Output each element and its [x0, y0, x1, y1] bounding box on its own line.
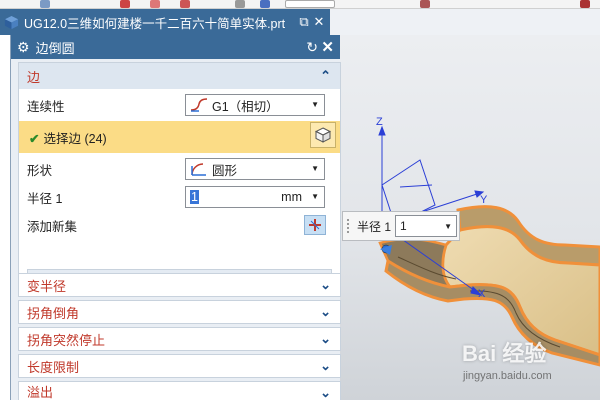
toolbar-icon[interactable] [420, 0, 430, 8]
x-axis-label: X [478, 288, 486, 300]
reset-icon[interactable]: ↻ [306, 39, 318, 56]
checkmark-icon: ✔ [29, 131, 40, 146]
select-edge-text: ✔ 选择边 (24) [29, 128, 107, 147]
toolbar-icon[interactable] [40, 0, 50, 8]
document-tab-bar: UG12.0三维如何建楼一千二百六十简单实体.prt ⧉ ✕ [0, 9, 600, 35]
circular-shape-icon [190, 162, 208, 176]
floating-radius-field[interactable]: 1 ▼ [395, 215, 458, 237]
shape-select[interactable]: 圆形 ▼ [185, 158, 325, 180]
continuity-row: 连续性 G1（相切） ▼ [19, 91, 340, 119]
radius-value: 1 [190, 190, 199, 204]
dialog-title: 边倒圆 [35, 40, 75, 56]
chevron-down-icon: ⌄ [320, 385, 331, 400]
floating-radius-input: 半径 1 1 ▼ [342, 211, 460, 241]
toolbar-icon[interactable] [580, 0, 590, 8]
floating-radius-label: 半径 1 [357, 219, 392, 234]
section-length-limit[interactable]: 长度限制 ⌄ [18, 354, 341, 378]
radius-input[interactable]: 1 mm ▼ [185, 186, 325, 208]
edge-section: 边 ⌃ 连续性 G1（相切） ▼ ✔ 选择边 (24) 形状 圆形 ▼ 半径 1… [18, 62, 341, 295]
dropdown-arrow-icon: ▼ [311, 100, 319, 109]
section-overflow[interactable]: 溢出 ⌄ [18, 381, 341, 400]
toolbar-icon[interactable] [260, 0, 270, 8]
continuity-label: 连续性 [27, 99, 65, 114]
drag-grip-icon[interactable] [347, 219, 353, 233]
section-title: 长度限制 [27, 359, 80, 375]
gear-icon[interactable]: ⚙ [17, 39, 30, 56]
section-title: 溢出 [27, 384, 54, 400]
toolbar-field[interactable] [285, 0, 335, 8]
toolbar-icon[interactable] [120, 0, 130, 8]
part-file-icon [4, 15, 19, 29]
select-edge-row[interactable]: ✔ 选择边 (24) [19, 121, 340, 153]
chevron-down-icon: ⌄ [320, 331, 331, 346]
z-axis-label: Z [376, 116, 383, 128]
edge-blend-dialog: ⚙ 边倒圆 ↻ ✕ 边 ⌃ 连续性 G1（相切） ▼ ✔ 选择边 (24) 形状… [10, 35, 341, 400]
toolbar-icon[interactable] [180, 0, 190, 8]
chevron-down-icon: ⌄ [320, 304, 331, 319]
chevron-down-icon: ⌄ [320, 277, 331, 292]
shape-label: 形状 [27, 163, 53, 178]
cube-icon [314, 127, 332, 143]
add-set-icon [309, 219, 321, 231]
add-new-set-label: 添加新集 [27, 219, 78, 234]
watermark-logo: Bai 经验 [462, 341, 547, 366]
document-title: UG12.0三维如何建楼一千二百六十简单实体.prt [24, 16, 286, 31]
continuity-icon [190, 98, 208, 112]
continuity-select[interactable]: G1（相切） ▼ [185, 94, 325, 116]
dialog-title-bar: ⚙ 边倒圆 ↻ ✕ [11, 35, 340, 59]
shape-row: 形状 圆形 ▼ [19, 155, 340, 183]
toolbar-icon[interactable] [235, 0, 245, 8]
dropdown-arrow-icon[interactable]: ▼ [311, 192, 319, 201]
close-icon[interactable]: ✕ [321, 38, 334, 56]
section-variable-radius[interactable]: 变半径 ⌄ [18, 273, 341, 297]
add-new-set-row: 添加新集 [19, 211, 340, 239]
chevron-up-icon[interactable]: ⌃ [320, 68, 331, 84]
section-stop-short-of-corner[interactable]: 拐角突然停止 ⌄ [18, 327, 341, 351]
section-header-edge[interactable]: 边 ⌃ [19, 63, 340, 89]
close-tab-icon[interactable]: ✕ [312, 14, 326, 30]
section-title: 边 [27, 69, 41, 85]
add-new-set-button[interactable] [304, 215, 326, 235]
y-axis-label: Y [480, 194, 488, 206]
section-corner-setback[interactable]: 拐角倒角 ⌄ [18, 300, 341, 324]
floating-radius-value: 1 [400, 219, 407, 233]
dropdown-arrow-icon[interactable]: ▼ [444, 222, 452, 231]
radius-row: 半径 1 1 mm ▼ [19, 183, 340, 211]
toolbar-icon[interactable] [150, 0, 160, 8]
section-title: 拐角突然停止 [27, 332, 106, 348]
select-edge-label: 选择边 (24) [43, 131, 107, 146]
chevron-down-icon: ⌄ [320, 358, 331, 373]
shape-value: 圆形 [212, 163, 238, 178]
watermark-url: jingyan.baidu.com [463, 370, 552, 382]
section-title: 变半径 [27, 278, 67, 294]
section-title: 拐角倒角 [27, 305, 80, 321]
document-tab[interactable]: UG12.0三维如何建楼一千二百六十简单实体.prt ⧉ ✕ [0, 9, 330, 35]
radius-label: 半径 1 [27, 191, 63, 206]
top-toolbar [0, 0, 600, 9]
radius-unit: mm [281, 190, 302, 204]
dropdown-arrow-icon: ▼ [311, 164, 319, 173]
continuity-value: G1（相切） [212, 99, 279, 114]
select-edge-cube-button[interactable] [310, 122, 336, 148]
undock-icon[interactable]: ⧉ [297, 14, 311, 30]
